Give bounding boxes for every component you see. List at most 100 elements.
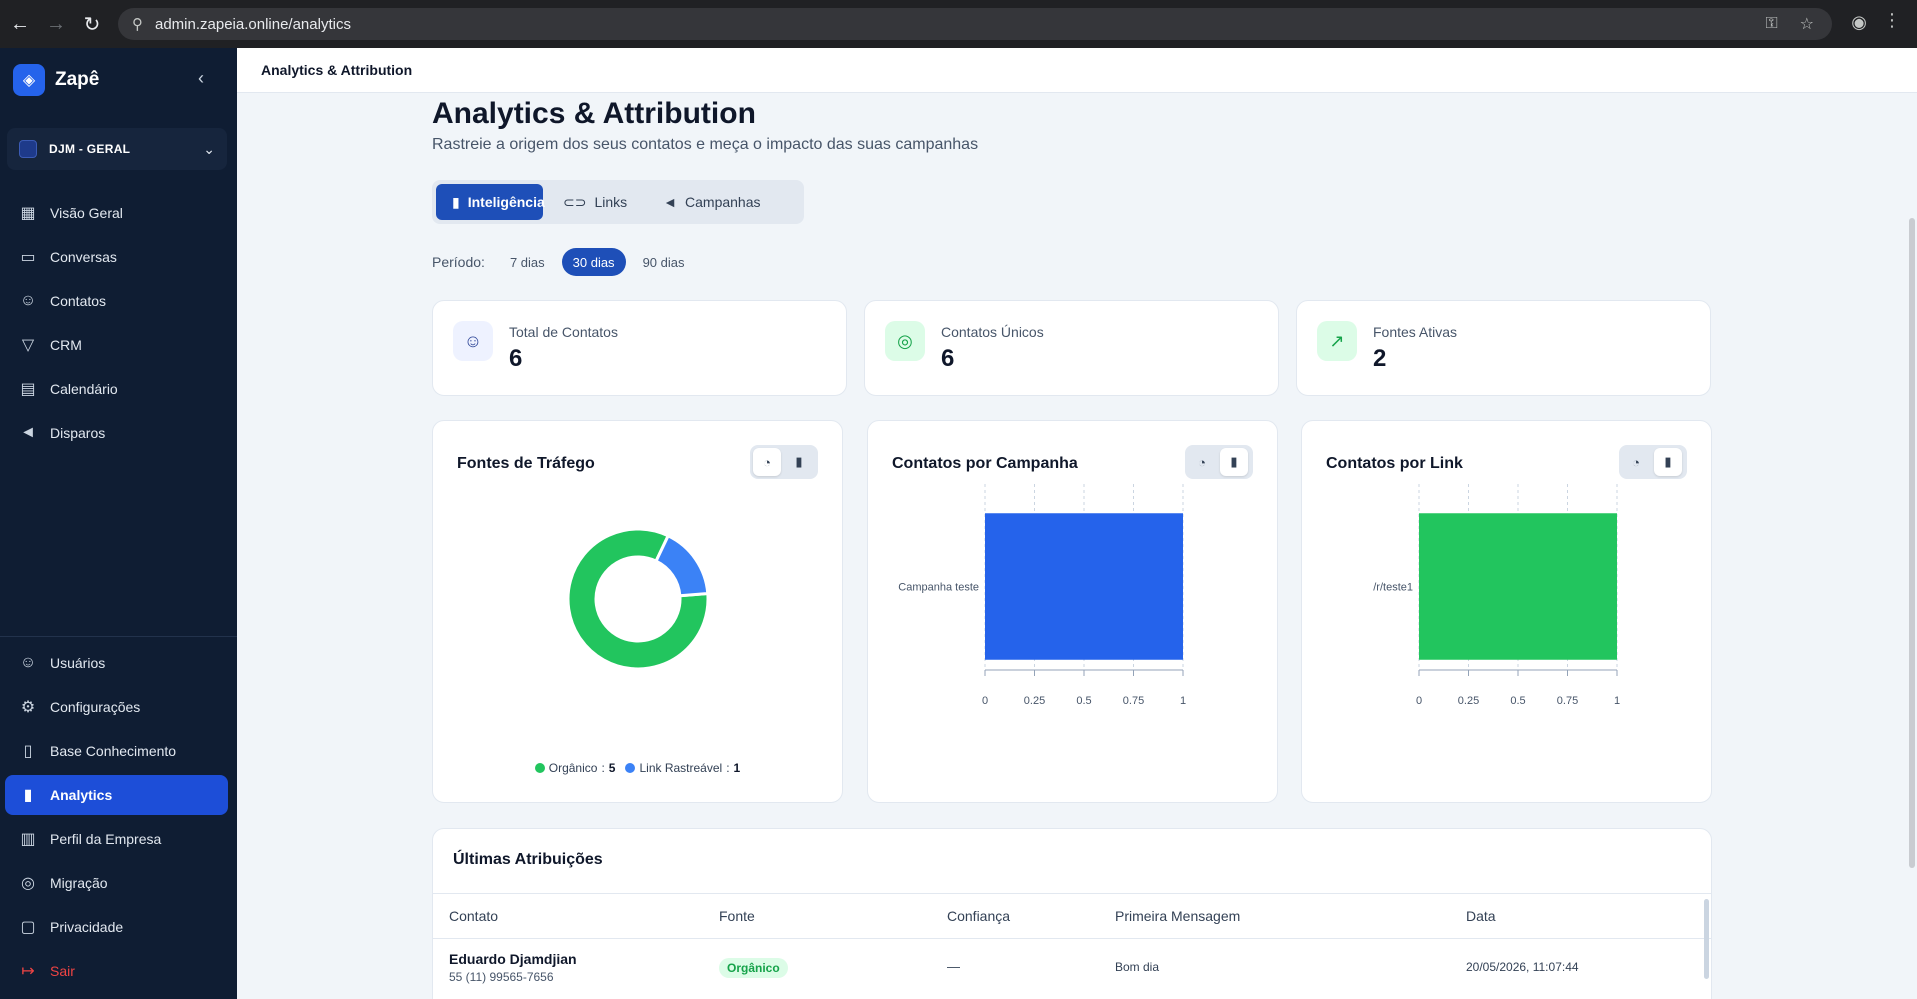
column-header[interactable]: Data [1466, 908, 1496, 924]
column-header[interactable]: Contato [449, 908, 498, 924]
campaign-bar-chart: 0 0.25 0.5 0.75 1 Campanha teste [898, 484, 1186, 707]
sidebar-item-label: Perfil da Empresa [50, 831, 162, 847]
legend-swatch [625, 763, 636, 773]
gear-icon: ⚙ [20, 699, 36, 716]
sidebar-item-label: Sair [50, 963, 75, 979]
period-option-7-dias[interactable]: 7 dias [499, 248, 556, 276]
key-icon[interactable]: ⚿ [1765, 15, 1777, 33]
sidebar-item-crm[interactable]: ▽ CRM [5, 325, 228, 365]
chart-card-links: Contatos por Link ◔ ▮ 0 0.25 0.5 0.75 1/r/te… [1301, 420, 1712, 803]
stat-value: 2 [1373, 345, 1387, 372]
contact-phone: 55 (11) 99565-7656 [449, 970, 554, 984]
forward-icon[interactable]: → [38, 6, 74, 42]
sidebar-item-calendario[interactable]: ▤ Calendário [5, 369, 228, 409]
users-icon: ☺ [19, 292, 37, 309]
period-label: Período: [432, 254, 485, 270]
brand[interactable]: ◈ Zapê [13, 64, 99, 96]
legend-swatch [534, 763, 545, 773]
menu-kebab-icon[interactable]: ⋮ [1883, 10, 1901, 31]
legend-item: Orgânico:5 [534, 761, 616, 775]
target-icon: ◎ [885, 321, 925, 361]
confidence-value: — [947, 959, 960, 974]
sidebar: ◈ Zapê ‹ DJM - GERAL ⌄ ▦ Visão Geral ▭ Conv… [0, 48, 237, 999]
sidebar-item-label: Analytics [50, 787, 113, 803]
x-tick-label: 0.75 [1123, 695, 1144, 707]
y-category-label: /r/teste1 [1373, 582, 1413, 594]
org-selector[interactable]: DJM - GERAL ⌄ [7, 128, 227, 170]
reload-icon[interactable]: ↻ [74, 6, 110, 42]
legend-value: 5 [608, 761, 616, 775]
source-badge: Orgânico [719, 958, 788, 978]
users-icon: ☺ [19, 654, 37, 671]
bookmark-star-icon[interactable]: ☆ [1800, 14, 1814, 34]
org-name: DJM - GERAL [49, 142, 131, 156]
sidebar-item-label: Disparos [50, 425, 106, 441]
sidebar-item-disparos[interactable]: ◄ Disparos [5, 413, 228, 453]
sidebar-item-privacidade[interactable]: ▢ Privacidade [5, 907, 228, 947]
address-bar[interactable]: ⚲ admin.zapeia.online/analytics ⚿ ☆ [118, 8, 1832, 40]
legend-item: Link Rastreável:1 [625, 761, 740, 775]
x-tick-label: 0.25 [1024, 695, 1045, 707]
sidebar-item-base-conhecimento[interactable]: ▯ Base Conhecimento [5, 731, 228, 771]
legend-separator: : [601, 761, 605, 775]
users-icon: ☺ [453, 321, 493, 361]
table-scrollbar[interactable] [1704, 899, 1709, 979]
tab-links[interactable]: ⊂⊃ Links [547, 184, 643, 220]
period-option-30-dias[interactable]: 30 dias [561, 248, 626, 276]
attribution-date: 20/05/2026, 11:07:44 [1466, 960, 1579, 974]
tab-campanhas[interactable]: ◄ Campanhas [647, 184, 776, 220]
sidebar-item-label: CRM [50, 337, 82, 353]
sidebar-item-sair[interactable]: ↦ Sair [5, 951, 228, 991]
profile-icon[interactable]: ◉ [1851, 12, 1867, 33]
sidebar-item-contatos[interactable]: ☺ Contatos [5, 281, 228, 321]
chart-legend: Orgânico:5 Link Rastreável:1 [433, 761, 842, 775]
sidebar-item-label: Configurações [50, 699, 141, 715]
chevron-down-icon: ⌄ [203, 140, 215, 157]
layers-logo-icon: ◈ [13, 64, 45, 96]
x-tick-label: 0.75 [1557, 695, 1578, 707]
stat-value: 6 [941, 345, 955, 372]
sidebar-item-visao-geral[interactable]: ▦ Visão Geral [5, 193, 228, 233]
sidebar-item-perfil-da-empresa[interactable]: ▥ Perfil da Empresa [5, 819, 228, 859]
page-subtitle: Rastreie a origem dos seus contatos e me… [432, 136, 979, 153]
bar-r-teste1[interactable] [1419, 513, 1617, 660]
browser-toolbar: ← → ↻ ⚲ admin.zapeia.online/analytics ⚿ … [0, 0, 1917, 48]
contact-name: Eduardo Djamdjian [449, 951, 577, 967]
tab-inteligencia[interactable]: ▮ Inteligência [436, 184, 545, 220]
bar-chart-icon: ▮ [23, 787, 33, 804]
sidebar-item-label: Contatos [50, 293, 107, 309]
table-header: Contato Fonte Confiança Primeira Mensage… [433, 893, 1711, 939]
sidebar-item-conversas[interactable]: ▭ Conversas [5, 237, 228, 277]
calendar-icon: ▤ [20, 381, 36, 398]
x-tick-label: 0 [982, 695, 988, 707]
sidebar-item-usuarios[interactable]: ☺ Usuários [5, 643, 228, 683]
x-tick-label: 1 [1614, 695, 1620, 707]
table-row[interactable]: Eduardo Djamdjian 55 (11) 99565-7656 Org… [433, 939, 1711, 995]
y-category-label: Campanha teste [898, 582, 979, 594]
page-title: Analytics & Attribution [432, 97, 756, 130]
page-scrollbar[interactable] [1909, 218, 1915, 868]
site-settings-icon[interactable]: ⚲ [132, 15, 143, 33]
file-icon: ▢ [20, 919, 36, 936]
building-icon: ▥ [20, 831, 36, 848]
column-header[interactable]: Primeira Mensagem [1115, 908, 1240, 924]
stat-value: 6 [509, 345, 523, 372]
url-text[interactable]: admin.zapeia.online/analytics [155, 16, 351, 33]
back-icon[interactable]: ← [2, 6, 38, 42]
sidebar-item-label: Visão Geral [50, 205, 123, 221]
column-header[interactable]: Fonte [719, 908, 755, 924]
donut-slice-link-rastreavel[interactable] [654, 533, 710, 598]
sidebar-item-configuracoes[interactable]: ⚙ Configurações [5, 687, 228, 727]
brand-name: Zapê [55, 69, 100, 90]
tab-label: Links [594, 194, 628, 210]
bar-campanha-teste[interactable] [985, 513, 1183, 660]
collapse-sidebar-icon[interactable]: ‹ [198, 68, 204, 89]
sidebar-item-analytics[interactable]: ▮ Analytics [5, 775, 228, 815]
bar-chart-icon: ▮ [452, 193, 460, 210]
x-tick-label: 0.25 [1458, 695, 1479, 707]
sidebar-item-label: Migração [50, 875, 108, 891]
column-header[interactable]: Confiança [947, 908, 1010, 924]
sidebar-item-migracao[interactable]: ◎ Migração [5, 863, 228, 903]
grid-icon: ▦ [20, 205, 36, 222]
period-option-90-dias[interactable]: 90 dias [632, 248, 696, 276]
